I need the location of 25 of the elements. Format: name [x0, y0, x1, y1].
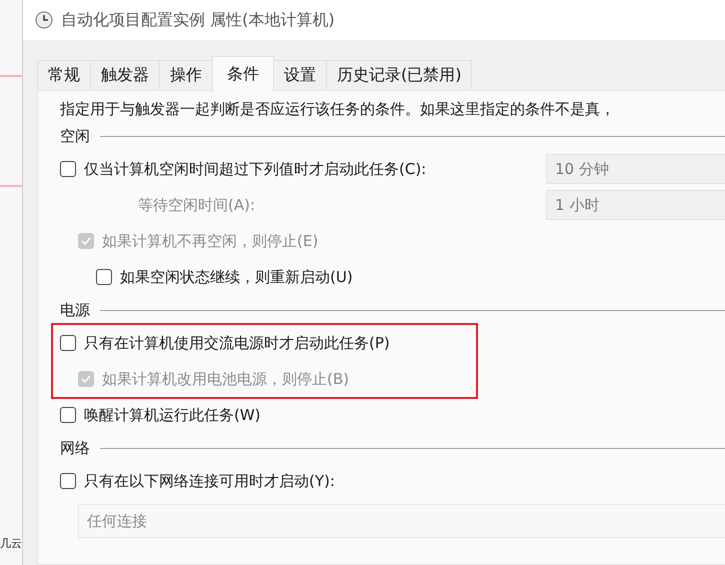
checkmark-icon: [81, 237, 91, 245]
dropdown[interactable]: 10 分钟: [546, 154, 725, 184]
checkbox-label: 只有在计算机使用交流电源时才启动此任务(P): [84, 334, 390, 352]
clock-icon: [35, 11, 53, 29]
section-title: 网络: [60, 438, 90, 458]
section-title: 空闲: [60, 126, 90, 146]
description-text: 指定用于与触发器一起判断是否应运行该任务的条件。如果这里指定的条件不是真，: [59, 99, 616, 120]
checkbox-label: 如果计算机不再空闲，则停止(E): [102, 232, 318, 250]
checkbox[interactable]: [60, 161, 76, 177]
checkbox-label: 如果空闲状态继续，则重新启动(U): [120, 268, 353, 286]
window-title: 自动化项目配置实例 属性(本地计算机): [61, 10, 335, 30]
checkbox-label: 唤醒计算机运行此任务(W): [84, 406, 261, 424]
checkbox[interactable]: [60, 407, 76, 423]
checkmark-icon: [81, 375, 91, 383]
tab[interactable]: 条件: [212, 56, 274, 92]
section-title: 电源: [60, 300, 90, 320]
checkbox[interactable]: [60, 473, 76, 489]
field-label: 等待空闲时间(A):: [138, 196, 256, 214]
checkbox-label: 只有在以下网络连接可用时才启动(Y):: [84, 472, 335, 490]
background-text: 几云: [0, 536, 22, 551]
checkbox-label: 仅当计算机空闲时间超过下列值时才启动此任务(C):: [84, 160, 426, 178]
tab[interactable]: 常规: [37, 60, 91, 90]
checkbox-label: 如果计算机改用电池电源，则停止(B): [102, 370, 349, 388]
checkbox[interactable]: [60, 335, 76, 351]
tab[interactable]: 历史记录(已禁用): [326, 60, 472, 90]
